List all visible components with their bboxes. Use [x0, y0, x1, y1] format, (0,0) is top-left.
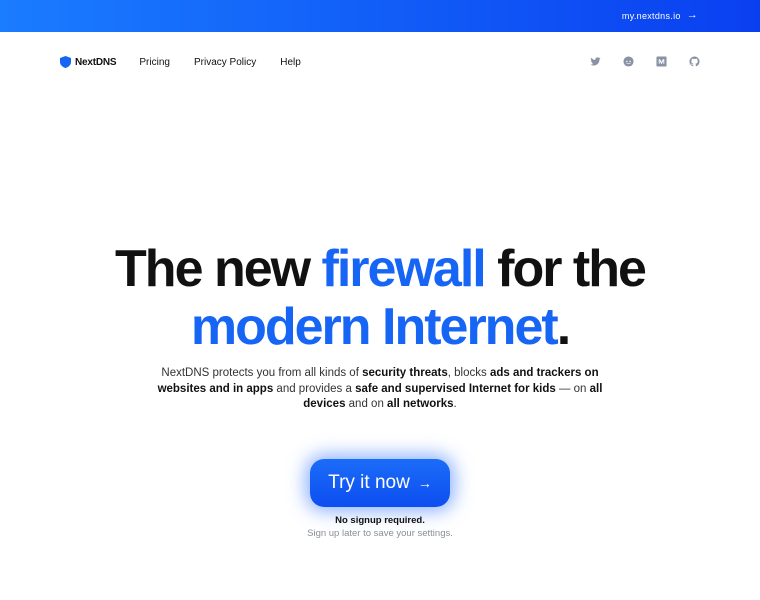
hero-headline: The new firewall for the modern Internet…	[0, 240, 760, 356]
cta-label: Try it now	[328, 472, 410, 493]
desc-text: — on	[555, 382, 590, 395]
headline-period: .	[556, 298, 572, 356]
desc-bold: security threats	[362, 367, 448, 379]
desc-text: NextDNS protects you from all kinds of	[161, 367, 363, 379]
hero-description: NextDNS protects you from all kinds of s…	[155, 366, 605, 413]
twitter-icon[interactable]	[590, 56, 601, 67]
headline-accent-firewall: firewall	[321, 240, 487, 298]
desc-text: , blocks	[447, 367, 490, 379]
account-link-label: my.nextdns.io	[621, 10, 681, 21]
arrow-right-icon: →	[686, 9, 698, 21]
account-link[interactable]: my.nextdns.io →	[622, 10, 698, 21]
desc-text: .	[453, 398, 457, 410]
shield-icon	[60, 56, 71, 68]
desc-text: and provides a	[273, 382, 356, 395]
arrow-right-icon: →	[417, 475, 432, 491]
desc-bold: safe and supervised Internet for kids	[355, 382, 556, 395]
headline-accent-modern-internet: modern Internet	[190, 298, 559, 356]
signup-note: No signup required.	[335, 515, 425, 526]
logo[interactable]: NextDNS	[60, 56, 117, 68]
top-banner: my.nextdns.io →	[0, 0, 760, 32]
nav-link-pricing[interactable]: Pricing	[139, 57, 170, 68]
nav-link-privacy-policy[interactable]: Privacy Policy	[194, 57, 256, 68]
hero: The new firewall for the modern Internet…	[0, 240, 760, 356]
desc-text: and on	[345, 398, 388, 410]
headline-text: for the	[484, 240, 647, 298]
medium-icon[interactable]	[656, 56, 667, 67]
social-links	[590, 56, 700, 67]
try-it-now-button[interactable]: Try it now →	[310, 459, 450, 507]
desc-bold: all networks	[387, 398, 454, 410]
reddit-icon[interactable]	[623, 56, 634, 67]
nav-link-help[interactable]: Help	[280, 57, 301, 68]
logo-text: NextDNS	[75, 56, 117, 68]
main-nav: NextDNS Pricing Privacy Policy Help	[60, 54, 325, 70]
headline-text: The new	[115, 240, 322, 298]
signup-subtext: Sign up later to save your settings.	[307, 528, 453, 539]
github-icon[interactable]	[689, 56, 700, 67]
